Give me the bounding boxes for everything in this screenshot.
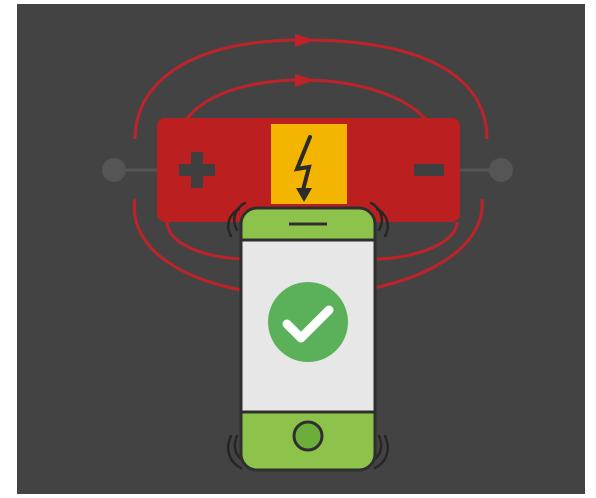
minus-icon (414, 164, 444, 176)
status-badge (268, 282, 348, 362)
field-arrow-outer (295, 34, 315, 47)
field-arrow-inner (295, 74, 315, 87)
smartphone-icon (239, 206, 377, 472)
illustration-canvas (17, 4, 585, 494)
charging-illustration (102, 34, 513, 472)
check-circle-icon (268, 282, 348, 362)
terminal-left (102, 158, 126, 182)
home-button (292, 420, 324, 452)
terminal-right (489, 158, 513, 182)
battery-icon (157, 118, 460, 222)
